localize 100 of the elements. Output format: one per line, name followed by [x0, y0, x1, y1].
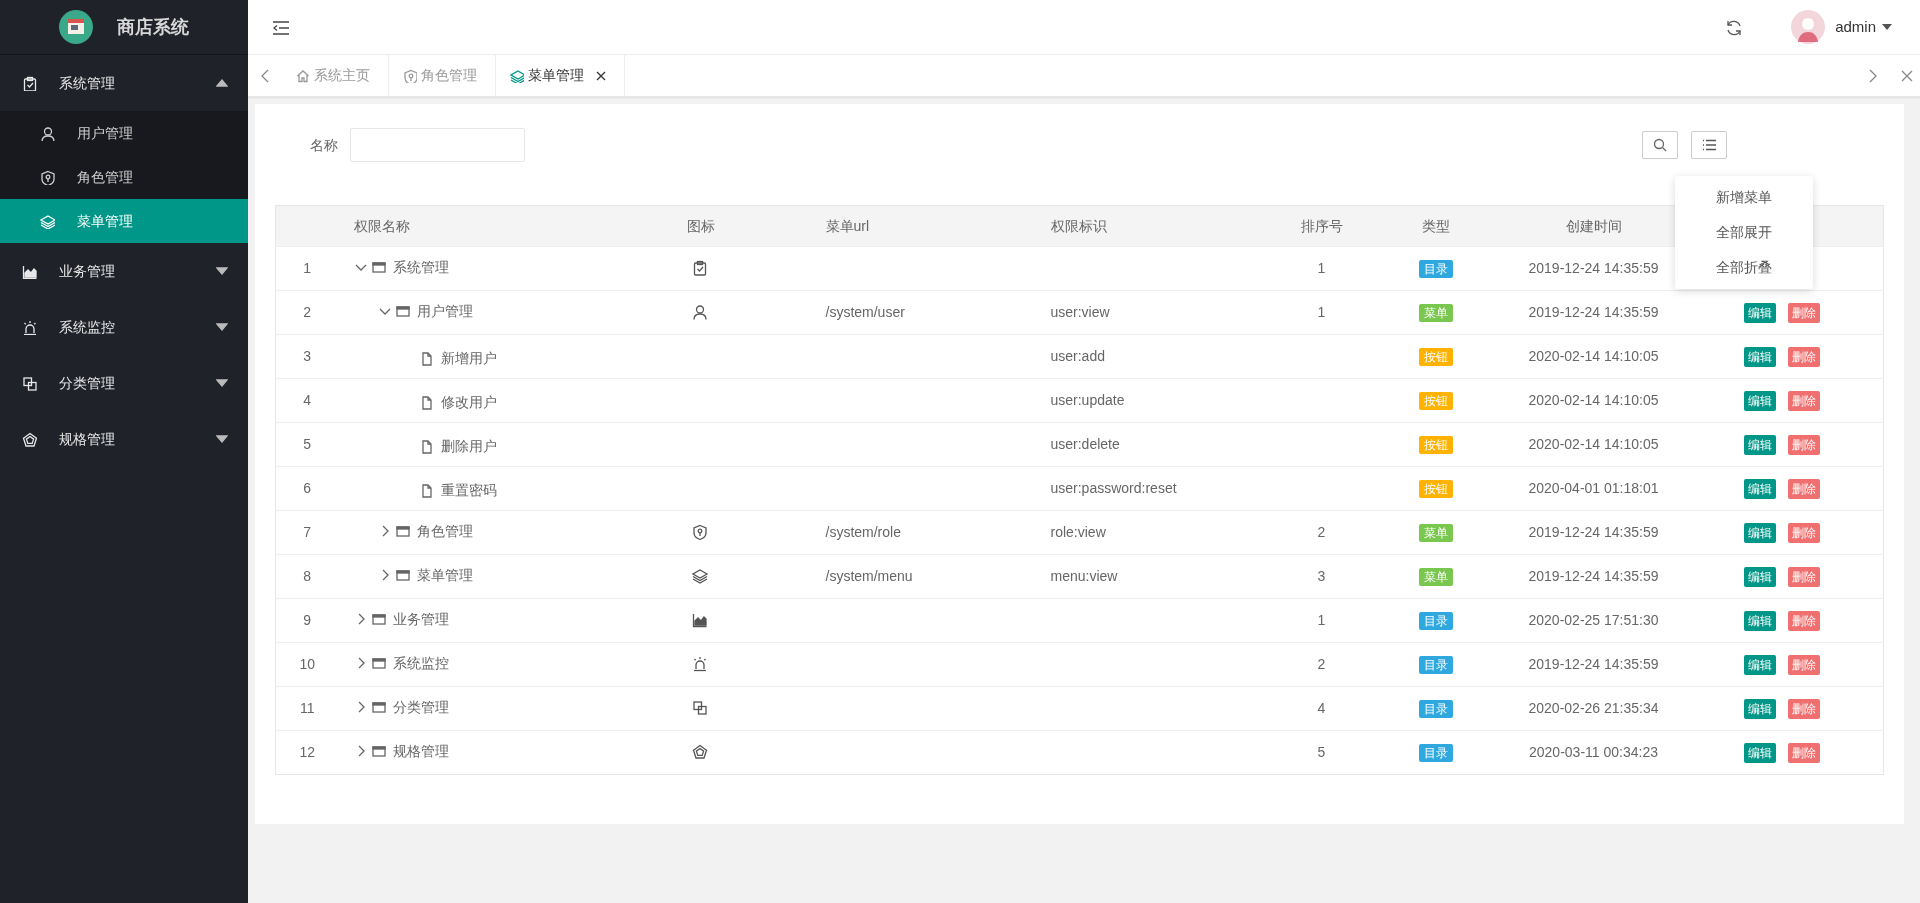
type-tag: 目录: [1418, 612, 1453, 630]
delete-button[interactable]: 删除: [1787, 347, 1820, 367]
column-header: 权限标识: [1035, 205, 1272, 247]
permission-key: menu:view: [1050, 568, 1118, 584]
sort-number: 4: [1317, 700, 1326, 716]
sidebar-group[interactable]: 系统管理: [0, 55, 248, 111]
edit-button[interactable]: 编辑: [1743, 611, 1776, 631]
tree-node[interactable]: 菜单管理: [338, 554, 624, 599]
row-number: 11: [275, 686, 339, 731]
tab[interactable]: 角色管理: [389, 55, 496, 96]
refresh-icon: [1725, 18, 1744, 37]
tree-node[interactable]: 新增用户: [338, 334, 624, 379]
sidebar-item[interactable]: 菜单管理: [0, 199, 248, 243]
type-tag: 目录: [1418, 656, 1453, 674]
shield-icon: [692, 524, 710, 543]
edit-button[interactable]: 编辑: [1743, 479, 1776, 499]
created-time: 2020-02-25 17:51:30: [1528, 612, 1659, 628]
pentagon-icon: [22, 431, 37, 447]
delete-button[interactable]: 删除: [1787, 435, 1820, 455]
search-label: 名称: [310, 135, 338, 155]
delete-button[interactable]: 删除: [1787, 479, 1820, 499]
list-menu-button[interactable]: [1691, 131, 1727, 159]
sort-number: 2: [1317, 524, 1326, 540]
sidebar-group[interactable]: 业务管理: [0, 243, 248, 299]
tab[interactable]: 菜单管理: [496, 55, 625, 96]
menu-url: /system/user: [825, 304, 905, 320]
folder-icon: [371, 700, 386, 715]
delete-button[interactable]: 删除: [1787, 567, 1820, 587]
column-header: 图标: [623, 205, 779, 247]
app-title: 商店系统: [117, 15, 189, 39]
edit-button[interactable]: 编辑: [1743, 699, 1776, 719]
menu-icon: [272, 19, 290, 36]
name-input-field[interactable]: [350, 128, 525, 162]
file-icon: [419, 395, 434, 410]
search-button[interactable]: [1642, 131, 1678, 159]
delete-button[interactable]: 删除: [1787, 303, 1820, 323]
delete-button[interactable]: 删除: [1787, 699, 1820, 719]
tree-node[interactable]: 规格管理: [338, 730, 624, 775]
delete-button[interactable]: 删除: [1787, 391, 1820, 411]
folder-icon: [395, 304, 410, 319]
edit-button[interactable]: 编辑: [1743, 743, 1776, 763]
type-tag: 菜单: [1418, 524, 1453, 542]
type-tag: 菜单: [1418, 304, 1453, 322]
tree-node[interactable]: 系统管理: [338, 246, 624, 291]
edit-button[interactable]: 编辑: [1743, 567, 1776, 587]
sidebar-item[interactable]: 用户管理: [0, 111, 248, 155]
layers-icon: [510, 68, 524, 83]
shield-icon: [403, 68, 417, 83]
folder-icon: [371, 260, 386, 275]
created-time: 2019-12-24 14:35:59: [1528, 568, 1659, 584]
created-time: 2020-02-14 14:10:05: [1528, 436, 1659, 452]
column-header: 排序号: [1271, 205, 1372, 247]
edit-button[interactable]: 编辑: [1743, 523, 1776, 543]
delete-button[interactable]: 删除: [1787, 743, 1820, 763]
tab[interactable]: 系统主页: [282, 55, 389, 96]
folder-icon: [371, 744, 386, 759]
edit-button[interactable]: 编辑: [1743, 655, 1776, 675]
file-icon: [419, 483, 434, 498]
column-header: 菜单url: [778, 205, 1036, 247]
edit-button[interactable]: 编辑: [1743, 347, 1776, 367]
sidebar-group[interactable]: 系统监控: [0, 299, 248, 355]
node-name: 角色管理: [416, 521, 473, 541]
edit-button[interactable]: 编辑: [1743, 435, 1776, 455]
shield-icon: [40, 169, 55, 185]
menu-item[interactable]: 全部折叠: [1675, 250, 1813, 285]
user-icon: [692, 304, 710, 323]
tree-node[interactable]: 业务管理: [338, 598, 624, 643]
sidebar-group[interactable]: 分类管理: [0, 355, 248, 411]
permission-key: user:add: [1050, 348, 1105, 364]
sort-number: 1: [1317, 304, 1326, 320]
column-header: 权限名称: [338, 205, 624, 247]
edit-button[interactable]: 编辑: [1743, 303, 1776, 323]
folder-icon: [395, 524, 410, 539]
user-name[interactable]: admin: [1835, 15, 1876, 39]
menu-url: /system/menu: [825, 568, 913, 584]
user-icon: [40, 125, 55, 141]
tree-node[interactable]: 重置密码: [338, 466, 624, 511]
tree-node[interactable]: 用户管理: [338, 290, 624, 335]
sidebar-group[interactable]: 规格管理: [0, 411, 248, 467]
row-number: 4: [275, 378, 339, 423]
caret-up-icon: [216, 79, 228, 87]
layers-icon: [40, 213, 55, 229]
menu-url: /system/role: [825, 524, 901, 540]
row-number: 2: [275, 290, 339, 335]
delete-button[interactable]: 删除: [1787, 523, 1820, 543]
node-name: 修改用户: [440, 393, 497, 413]
home-icon: [296, 68, 310, 83]
tree-node[interactable]: 修改用户: [338, 378, 624, 423]
tree-node[interactable]: 删除用户: [338, 422, 624, 467]
type-tag: 按钮: [1418, 436, 1453, 454]
edit-button[interactable]: 编辑: [1743, 391, 1776, 411]
tree-node[interactable]: 角色管理: [338, 510, 624, 555]
sidebar-item[interactable]: 角色管理: [0, 155, 248, 199]
type-tag: 菜单: [1418, 568, 1453, 586]
row-number: 9: [275, 598, 339, 643]
delete-button[interactable]: 删除: [1787, 655, 1820, 675]
type-tag: 目录: [1418, 744, 1453, 762]
delete-button[interactable]: 删除: [1787, 611, 1820, 631]
tree-node[interactable]: 系统监控: [338, 642, 624, 687]
tree-node[interactable]: 分类管理: [338, 686, 624, 731]
